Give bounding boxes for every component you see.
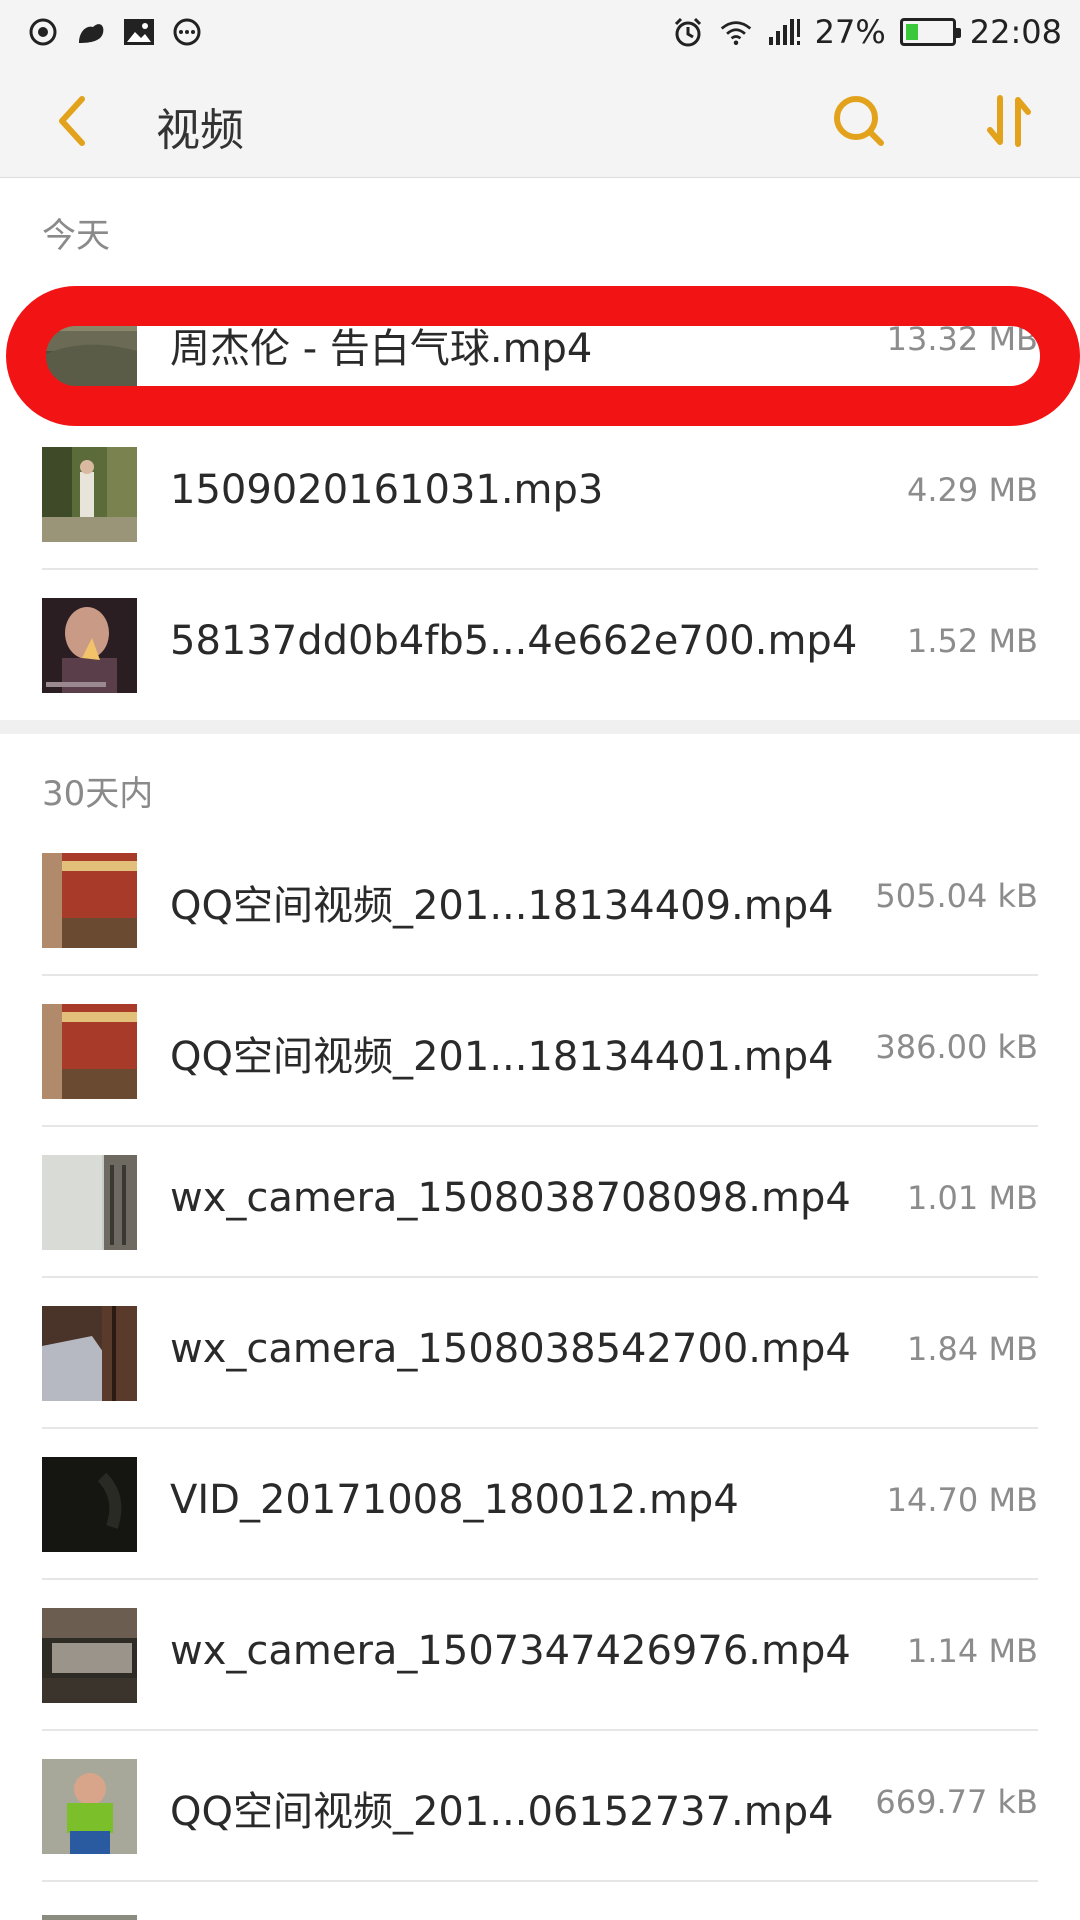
signal-icon [767, 15, 801, 49]
file-size: 386.00 kB [875, 1028, 1038, 1066]
list-item[interactable]: wx_camera_1507347426976.mp4 1.14 MB [0, 1580, 1080, 1731]
status-bar-right: 27% 22:08 [671, 13, 1062, 51]
battery-icon [899, 18, 961, 46]
file-size: 14.70 MB [886, 1481, 1038, 1519]
video-thumbnail [42, 1004, 137, 1099]
video-thumbnail [42, 1910, 137, 1920]
file-name: 1509020161031.mp3 [170, 467, 604, 513]
list-item[interactable]: QQ空间视频_201...18134401.mp4 386.00 kB [0, 976, 1080, 1127]
squirrel-app-icon [74, 15, 108, 49]
file-name: QQ空间视频_201...18134401.mp4 [170, 1034, 834, 1080]
list-item[interactable]: VID_20171008_180012.mp4 14.70 MB [0, 1429, 1080, 1580]
section-label-30-days: 30天内 [42, 774, 154, 814]
video-thumbnail [42, 1608, 137, 1703]
wifi-icon [719, 15, 753, 49]
search-button[interactable] [826, 88, 892, 154]
file-size: 505.04 kB [875, 877, 1038, 915]
sort-button[interactable] [976, 88, 1042, 154]
chevron-left-icon [59, 96, 85, 146]
file-name: wx_camera_1508038708098.mp4 [170, 1175, 851, 1221]
sort-icon [987, 95, 1031, 147]
battery-percent: 27% [814, 13, 886, 51]
status-bar-left [26, 15, 204, 49]
file-name: 周杰伦 - 告白气球.mp4 [170, 326, 593, 372]
list-item[interactable]: 周杰伦 - 告白气球.mp4 13.32 MB [0, 268, 1080, 419]
video-thumbnail [42, 853, 137, 948]
battery-level-fill [905, 24, 918, 40]
more-dots-icon [170, 15, 204, 49]
top-app-bar: 视频 [0, 64, 1080, 178]
section-divider [0, 720, 1080, 734]
file-name: wx_camera_1507347426976.mp4 [170, 1628, 851, 1674]
video-thumbnail [42, 1155, 137, 1250]
file-name: QQ空间视频_201...06152737.mp4 [170, 1789, 834, 1835]
page-title: 视频 [156, 105, 244, 156]
weibo-icon [26, 15, 60, 49]
section-label-today: 今天 [42, 216, 110, 256]
list-item[interactable]: 1509020161031.mp3 4.29 MB [0, 419, 1080, 570]
file-name: VID_20171008_180012.mp4 [170, 1477, 739, 1523]
file-size: 1.14 MB [907, 1632, 1038, 1670]
alarm-icon [671, 15, 705, 49]
status-time: 22:08 [969, 13, 1062, 51]
file-name: 58137dd0b4fb5...4e662e700.mp4 [170, 618, 858, 664]
video-thumbnail [42, 447, 137, 542]
back-button[interactable] [40, 89, 104, 153]
list-item[interactable] [0, 1882, 1080, 1920]
file-name: QQ空间视频_201...18134409.mp4 [170, 883, 834, 929]
video-thumbnail [42, 296, 137, 391]
search-icon [834, 96, 884, 146]
file-size: 13.32 MB [886, 320, 1038, 358]
file-size: 1.01 MB [907, 1179, 1038, 1217]
video-thumbnail [42, 1457, 137, 1552]
list-item[interactable]: wx_camera_1508038542700.mp4 1.84 MB [0, 1278, 1080, 1429]
file-size: 1.84 MB [907, 1330, 1038, 1368]
list-item[interactable]: 58137dd0b4fb5...4e662e700.mp4 1.52 MB [0, 570, 1080, 721]
file-size: 4.29 MB [907, 471, 1038, 509]
video-thumbnail [42, 1759, 137, 1854]
file-size: 669.77 kB [875, 1783, 1038, 1821]
video-thumbnail [42, 1306, 137, 1401]
file-size: 1.52 MB [907, 622, 1038, 660]
list-item[interactable]: QQ空间视频_201...06152737.mp4 669.77 kB [0, 1731, 1080, 1882]
file-name: wx_camera_1508038542700.mp4 [170, 1326, 851, 1372]
status-bar: 27% 22:08 [0, 0, 1080, 64]
list-item[interactable]: wx_camera_1508038708098.mp4 1.01 MB [0, 1127, 1080, 1278]
list-item[interactable]: QQ空间视频_201...18134409.mp4 505.04 kB [0, 825, 1080, 976]
gallery-icon [122, 15, 156, 49]
video-thumbnail [42, 598, 137, 693]
